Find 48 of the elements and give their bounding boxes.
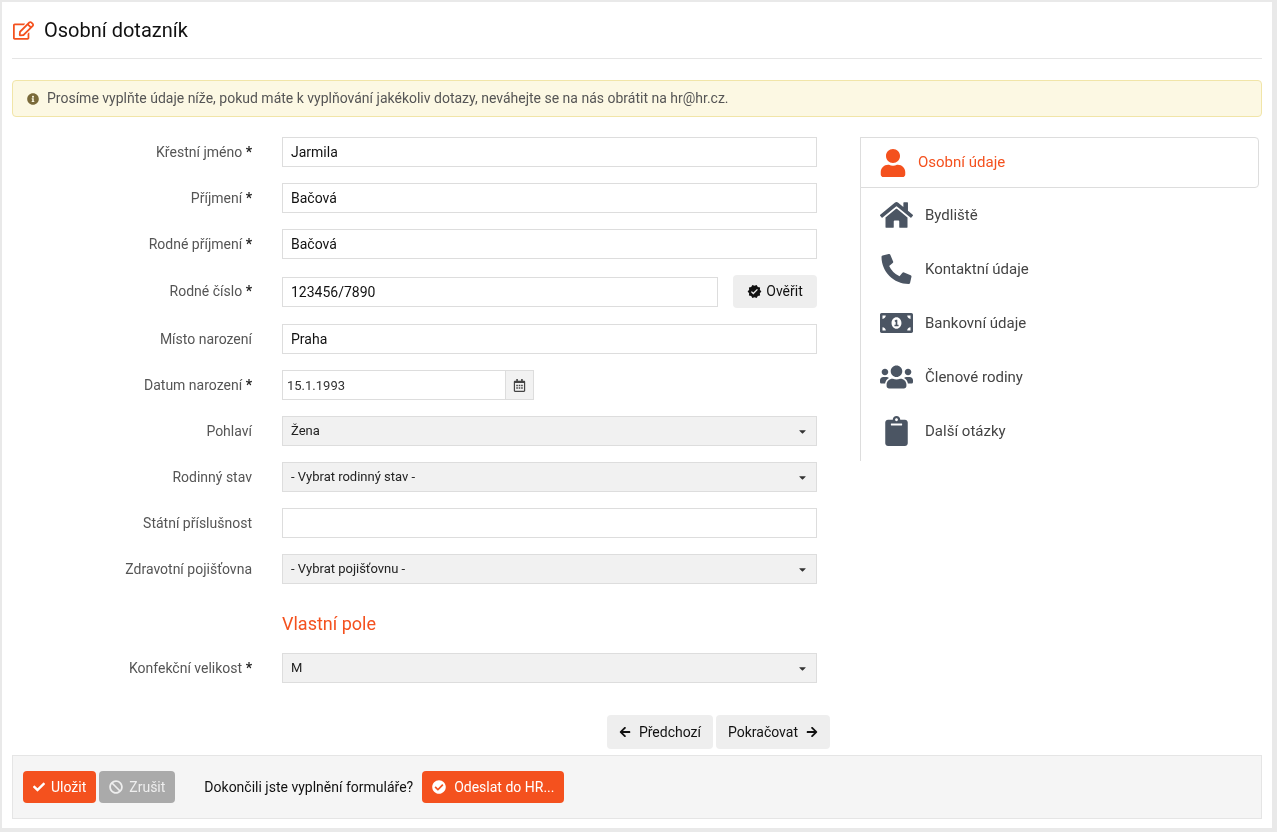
field-label: Pohlaví: [205, 421, 253, 441]
section-heading: Vlastní pole: [282, 612, 376, 636]
previous-button[interactable]: Předchozí: [606, 715, 713, 749]
text-field[interactable]: Praha: [282, 324, 817, 354]
text-field[interactable]: Bačová: [282, 229, 817, 259]
house-icon: [880, 200, 913, 230]
field-label: Konfekční velikost *: [127, 658, 253, 678]
sidebar-item[interactable]: Bydliště: [861, 188, 1259, 242]
sidebar-item[interactable]: Bankovní údaje: [861, 296, 1259, 350]
field-label: Rodné příjmení *: [147, 234, 253, 254]
field-label: Rodné číslo *: [168, 282, 253, 301]
ban-icon: [109, 780, 124, 794]
person-icon: [880, 148, 906, 177]
date-field[interactable]: 15.1.1993: [282, 370, 506, 400]
checkmark-icon: [33, 781, 45, 793]
field-label: Zdravotní pojišťovna: [124, 559, 253, 579]
field-label: Státní příslušnost: [142, 513, 253, 533]
sidebar-item[interactable]: Kontaktní údaje: [861, 242, 1259, 296]
arrow-left-icon: [618, 726, 631, 738]
field-label: Příjmení *: [189, 188, 253, 208]
text-field[interactable]: [282, 508, 817, 538]
text-field[interactable]: Jarmila: [282, 137, 817, 167]
next-button[interactable]: Pokračovat: [716, 715, 830, 749]
select-field[interactable]: - Vybrat pojišťovnu -: [282, 554, 817, 584]
select-field[interactable]: Žena: [282, 416, 817, 446]
text-field[interactable]: Bačová: [282, 183, 817, 213]
edit-icon: [13, 19, 34, 41]
verify-button[interactable]: Ověřit: [733, 275, 817, 308]
sidebar-item[interactable]: Členové rodiny: [861, 350, 1259, 404]
people-icon: [880, 362, 913, 392]
phone-icon: [880, 254, 913, 284]
sidebar-item[interactable]: Osobní údaje: [860, 137, 1259, 188]
field-label: Místo narození: [158, 329, 253, 349]
submit-question: Dokončili jste vyplnění formuláře?: [204, 777, 414, 797]
select-field[interactable]: M: [282, 653, 817, 683]
field-label: Křestní jméno *: [155, 142, 253, 162]
verified-badge-icon: [747, 284, 763, 299]
calendar-button[interactable]: [506, 370, 534, 400]
select-field[interactable]: - Vybrat rodinný stav -: [282, 462, 817, 492]
alert-text: Prosíme vyplňte údaje níže, pokud máte k vyplňování jakékoliv dotazy, neváhejte se na nás obrátit na hr@hr.cz.: [47, 89, 729, 108]
field-label: Rodinný stav: [171, 467, 253, 487]
sidebar-item[interactable]: Další otázky: [861, 404, 1259, 458]
calendar-icon: [513, 378, 526, 392]
text-field[interactable]: 123456/7890: [282, 276, 718, 307]
field-label: Datum narození *: [143, 375, 253, 395]
page-title: Osobní dotazník: [44, 17, 188, 44]
info-icon: [27, 92, 39, 105]
arrow-right-icon: [806, 726, 818, 738]
